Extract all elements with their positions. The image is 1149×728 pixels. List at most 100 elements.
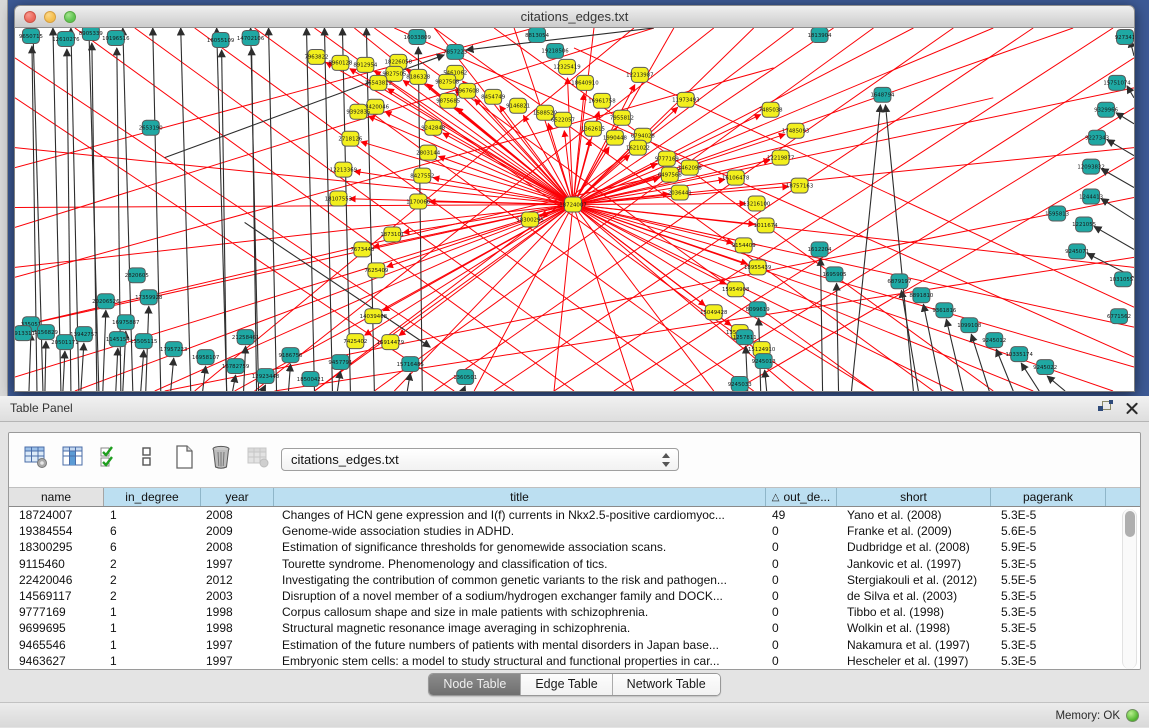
network-node[interactable]: 7955812 [610,110,634,125]
network-node[interactable]: 9875685 [436,93,460,108]
column-header-title[interactable]: title [274,488,766,506]
network-node[interactable]: 15751074 [1103,75,1131,90]
network-node[interactable]: 8891810 [909,288,934,303]
network-node[interactable]: 17485093 [782,123,809,138]
network-node[interactable]: 7963822 [304,49,328,64]
network-node[interactable]: 12610276 [52,31,80,46]
network-node[interactable]: 2820605 [125,268,149,283]
column-header-in_degree[interactable]: in_degree [104,488,201,506]
network-node[interactable]: 7857223 [443,44,467,59]
scrollbar-thumb[interactable] [1125,511,1135,537]
network-node[interactable]: 8186328 [406,69,431,84]
network-node[interactable]: 9392835 [346,104,370,119]
network-node[interactable]: 1221055 [1072,217,1096,232]
table-row[interactable]: 1938455462009Genome-wide association stu… [9,523,1140,539]
column-header-year[interactable]: year [201,488,274,506]
network-node[interactable]: 8960128 [328,55,353,70]
table-row[interactable]: 1872400712008Changes of HCN gene express… [9,507,1140,523]
column-header-out_de[interactable]: △out_de... [766,488,837,506]
network-node[interactable]: 1360501 [453,370,477,385]
network-node[interactable]: 7625409 [364,263,389,278]
table-selector-dropdown[interactable]: citations_edges.txt [281,448,679,471]
table-row[interactable]: 946554611997Estimation of the future num… [9,637,1140,653]
network-node[interactable]: 9186756 [279,348,304,363]
network-node[interactable]: 1244413 [1079,189,1103,204]
column-header-name[interactable]: name [9,488,104,506]
network-node[interactable]: 1170066 [406,194,431,209]
table-mode-icon[interactable] [23,444,49,470]
tab-network-table[interactable]: Network Table [612,674,720,695]
network-node[interactable]: 2718126 [338,131,363,146]
network-node[interactable]: 8912954 [353,57,378,72]
network-node[interactable]: 1099108 [957,318,982,333]
network-node[interactable]: 18640910 [571,75,599,90]
column-header-pagerank[interactable]: pagerank [991,488,1106,506]
network-node[interactable]: 9245013 [752,354,776,369]
float-panel-icon[interactable] [1098,400,1113,415]
network-node[interactable]: 15716485 [397,357,424,372]
table-row[interactable]: 911546021997Tourette syndrome. Phenomeno… [9,556,1140,572]
network-node[interactable]: 6522057 [551,112,575,127]
table-row[interactable]: 946362711997Embryonic stem cells: a mode… [9,653,1140,669]
network-node[interactable]: 9245071 [1065,244,1089,259]
network-node[interactable]: 16958107 [192,350,219,365]
network-node[interactable]: 8454749 [481,89,506,104]
network-canvas[interactable]: 1872400718300295796382289601288912954182… [14,28,1135,392]
network-node[interactable]: 1362615 [581,121,605,136]
network-node[interactable]: 17957223 [160,342,187,357]
network-node[interactable]: 12213369 [330,162,358,177]
select-rows-icon[interactable] [97,444,123,470]
table-row[interactable]: 969969511998Structural magnetic resonanc… [9,620,1140,636]
table-panel-titlebar[interactable]: Table Panel [0,396,1149,422]
network-node[interactable]: 18955439 [744,260,772,275]
network-node[interactable]: 1695905 [823,267,847,282]
network-node[interactable]: 9329966 [1094,102,1119,117]
network-node[interactable]: 16975887 [112,315,139,330]
network-node[interactable]: 9245022 [1033,360,1057,375]
table-row[interactable]: 1830029562008Estimation of significance … [9,539,1140,555]
network-node[interactable]: 6879197 [887,274,911,289]
network-node[interactable]: 16961758 [588,93,616,108]
column-header-short[interactable]: short [837,488,991,506]
network-node[interactable]: 10196516 [102,30,130,45]
delete-column-icon[interactable] [208,444,234,470]
network-node[interactable]: 2803144 [416,145,441,160]
network-node[interactable]: 1257811 [733,330,757,345]
network-node[interactable]: 9245012 [982,333,1006,348]
network-node[interactable]: 16055109 [207,32,235,47]
network-node[interactable]: 10310551 [1109,272,1134,287]
network-node[interactable]: 1011674 [754,218,779,233]
network-node[interactable]: 9361816 [932,303,957,318]
table-row[interactable]: 2242004622012Investigating the contribut… [9,572,1140,588]
network-node[interactable]: 9146821 [506,98,530,113]
network-node[interactable]: 8905339 [79,28,104,40]
network-window-titlebar[interactable]: citations_edges.txt [14,5,1135,28]
network-node[interactable]: 2653190 [139,120,164,135]
network-node[interactable]: 18300295 [516,212,543,227]
vertical-scrollbar[interactable] [1122,509,1137,669]
network-node[interactable]: 1595813 [1045,206,1069,221]
network-node[interactable]: 1990448 [603,130,628,145]
network-node[interactable]: 7485038 [759,102,784,117]
network-node[interactable]: 9245033 [728,377,752,391]
network-node[interactable]: 9227343 [1085,130,1109,145]
new-column-icon[interactable] [171,444,197,470]
network-node[interactable]: 9650715 [19,28,43,43]
network-node[interactable]: 12093832 [1077,159,1104,174]
network-node[interactable]: 12213987 [626,67,653,82]
table-row[interactable]: 977716911998Corpus callosum shape and si… [9,604,1140,620]
network-node[interactable]: 15049428 [700,305,728,320]
network-node[interactable]: 8427552 [410,168,434,183]
network-node[interactable]: 9457791 [328,355,352,370]
network-node[interactable]: 2036441 [668,185,692,200]
network-node[interactable]: 1813904 [808,28,833,42]
show-columns-icon[interactable] [60,444,86,470]
tab-node-table[interactable]: Node Table [429,674,520,695]
table-row[interactable]: 1456911722003Disruption of a novel membe… [9,588,1140,604]
row-switch-icon[interactable] [134,444,160,470]
network-node[interactable]: 6771562 [1107,309,1131,324]
network-node[interactable]: 9154409 [732,238,757,253]
network-node[interactable]: 1156829 [34,325,59,340]
network-node[interactable]: 13216100 [743,196,771,211]
network-node[interactable]: 1145154 [106,332,131,347]
